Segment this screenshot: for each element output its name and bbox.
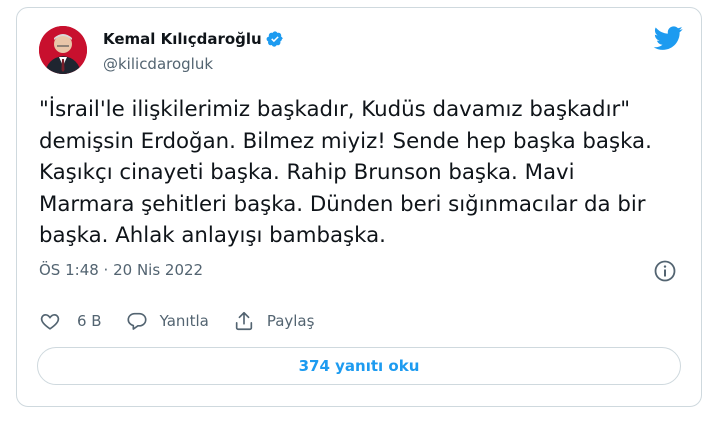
info-icon[interactable] xyxy=(653,259,677,283)
twitter-bird-icon[interactable] xyxy=(653,23,683,53)
verified-badge-icon xyxy=(266,31,283,47)
share-label: Paylaş xyxy=(266,312,315,330)
like-count: 6 B xyxy=(77,312,102,330)
reply-label: Yanıtla xyxy=(159,312,209,330)
tweet-actions: 6 B Yanıtla Paylaş xyxy=(39,310,338,332)
read-replies-button[interactable]: 374 yanıtı oku xyxy=(37,347,681,385)
tweet-card: Kemal Kılıçdaroğlu @kilicdarogluk "İsrai… xyxy=(16,7,702,407)
like-button[interactable]: 6 B xyxy=(39,310,102,332)
author-name[interactable]: Kemal Kılıçdaroğlu xyxy=(103,30,262,48)
heart-icon xyxy=(40,313,60,330)
tweet-text: "İsrail'le ilişkilerimiz başkadır, Kudüs… xyxy=(39,97,652,248)
share-button[interactable]: Paylaş xyxy=(233,310,315,332)
avatar[interactable] xyxy=(39,26,87,74)
tweet-timestamp[interactable]: ÖS 1:48 · 20 Nis 2022 xyxy=(39,261,203,279)
share-icon xyxy=(235,311,252,331)
author-name-row: Kemal Kılıçdaroğlu xyxy=(103,30,284,48)
author-handle[interactable]: @kilicdarogluk xyxy=(103,55,213,73)
reply-button[interactable]: Yanıtla xyxy=(126,310,209,332)
reply-icon xyxy=(127,312,147,330)
